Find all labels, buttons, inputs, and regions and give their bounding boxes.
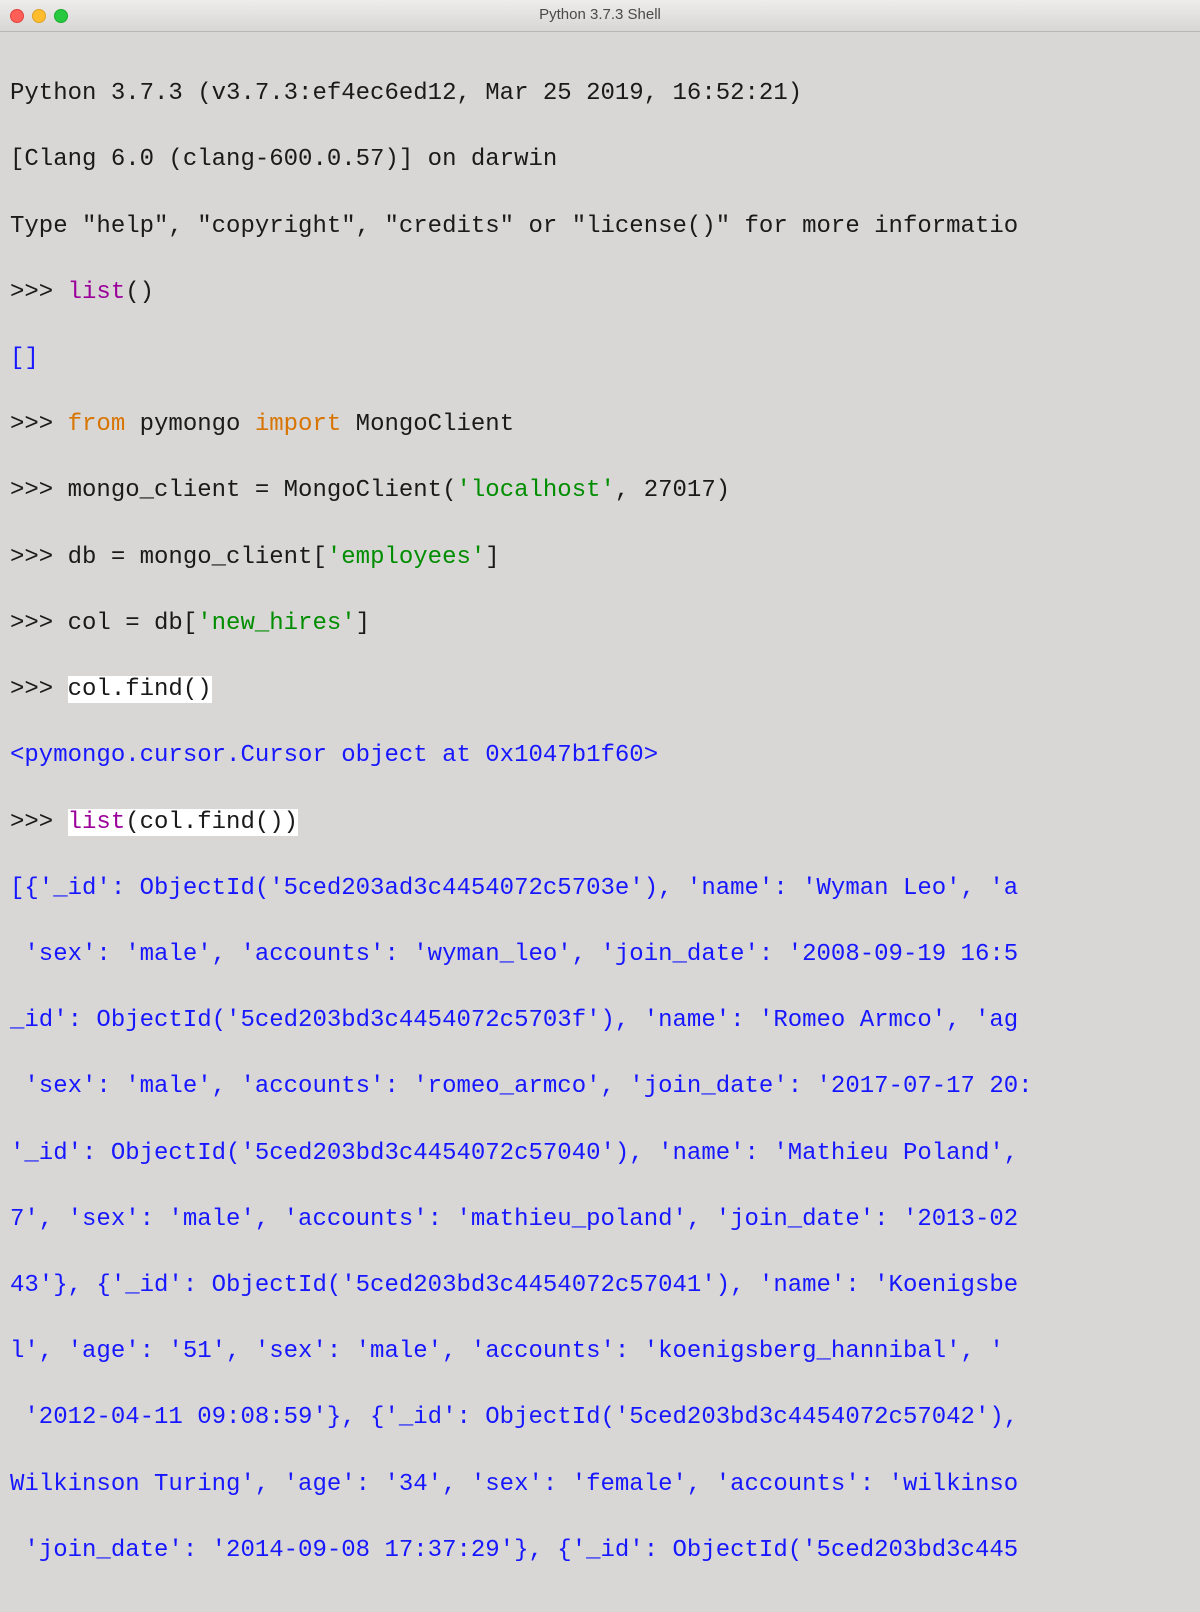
input-line: >>> col.find() bbox=[10, 673, 1190, 706]
prompt: >>> bbox=[10, 676, 68, 703]
output-line: '2012-04-11 09:08:59'}, {'_id': ObjectId… bbox=[10, 1401, 1190, 1434]
banner-line: [Clang 6.0 (clang-600.0.57)] on darwin bbox=[10, 143, 1190, 176]
input-line: >>> col = db['new_hires'] bbox=[10, 607, 1190, 640]
prompt: >>> bbox=[10, 544, 68, 571]
output-line: [] bbox=[10, 342, 1190, 375]
zoom-icon[interactable] bbox=[54, 9, 68, 23]
prompt: >>> bbox=[10, 411, 68, 438]
code-token: pymongo bbox=[125, 411, 255, 438]
output-line: [{'_id': ObjectId('5ced203ad3c4454072c57… bbox=[10, 872, 1190, 905]
output-line: Wilkinson Turing', 'age': '34', 'sex': '… bbox=[10, 1468, 1190, 1501]
output-line: 7', 'sex': 'male', 'accounts': 'mathieu_… bbox=[10, 1203, 1190, 1236]
output-line: 'join_date': '2014-09-08 17:37:29'}, {'_… bbox=[10, 1534, 1190, 1567]
code-token: ] bbox=[356, 610, 370, 637]
code-token: col = db[ bbox=[68, 610, 198, 637]
prompt: >>> bbox=[10, 610, 68, 637]
input-line: >>> list() bbox=[10, 276, 1190, 309]
output-line: 43'}, {'_id': ObjectId('5ced203bd3c44540… bbox=[10, 1269, 1190, 1302]
keyword: from bbox=[68, 411, 126, 438]
shell-output[interactable]: Python 3.7.3 (v3.7.3:ef4ec6ed12, Mar 25 … bbox=[0, 32, 1200, 1612]
window-titlebar: Python 3.7.3 Shell bbox=[0, 0, 1200, 32]
code-token: list bbox=[68, 279, 126, 306]
prompt: >>> bbox=[10, 279, 68, 306]
traffic-lights bbox=[10, 9, 68, 23]
output-line: _id': ObjectId('5ced203bd3c4454072c5703f… bbox=[10, 1004, 1190, 1037]
code-token: MongoClient bbox=[341, 411, 514, 438]
code-highlight: (col.find()) bbox=[125, 809, 298, 836]
code-token: () bbox=[125, 279, 154, 306]
string-token: 'new_hires' bbox=[197, 610, 355, 637]
code-highlight: list bbox=[68, 809, 126, 836]
prompt: >>> bbox=[10, 809, 68, 836]
output-line: 'sex': 'male', 'accounts': 'wyman_leo', … bbox=[10, 938, 1190, 971]
input-line: >>> mongo_client = MongoClient('localhos… bbox=[10, 474, 1190, 507]
keyword: import bbox=[255, 411, 341, 438]
code-token: , 27017) bbox=[615, 477, 730, 504]
code-token: db = mongo_client[ bbox=[68, 544, 327, 571]
output-line: '_id': ObjectId('5ced203bd3c4454072c5704… bbox=[10, 1137, 1190, 1170]
code-highlight: col.find() bbox=[68, 676, 212, 703]
window-title: Python 3.7.3 Shell bbox=[10, 5, 1190, 26]
input-line: >>> list(col.find()) bbox=[10, 806, 1190, 839]
string-token: 'localhost' bbox=[456, 477, 614, 504]
code-token: mongo_client = MongoClient( bbox=[68, 477, 457, 504]
code-token: ] bbox=[485, 544, 499, 571]
close-icon[interactable] bbox=[10, 9, 24, 23]
output-line: l', 'age': '51', 'sex': 'male', 'account… bbox=[10, 1335, 1190, 1368]
banner-line: Type "help", "copyright", "credits" or "… bbox=[10, 210, 1190, 243]
output-line: 'sex': 'male', 'accounts': 'romeo_armco'… bbox=[10, 1070, 1190, 1103]
input-line: >>> db = mongo_client['employees'] bbox=[10, 541, 1190, 574]
string-token: 'employees' bbox=[327, 544, 485, 571]
prompt: >>> bbox=[10, 477, 68, 504]
minimize-icon[interactable] bbox=[32, 9, 46, 23]
input-line: >>> from pymongo import MongoClient bbox=[10, 408, 1190, 441]
banner-line: Python 3.7.3 (v3.7.3:ef4ec6ed12, Mar 25 … bbox=[10, 77, 1190, 110]
output-line: <pymongo.cursor.Cursor object at 0x1047b… bbox=[10, 739, 1190, 772]
